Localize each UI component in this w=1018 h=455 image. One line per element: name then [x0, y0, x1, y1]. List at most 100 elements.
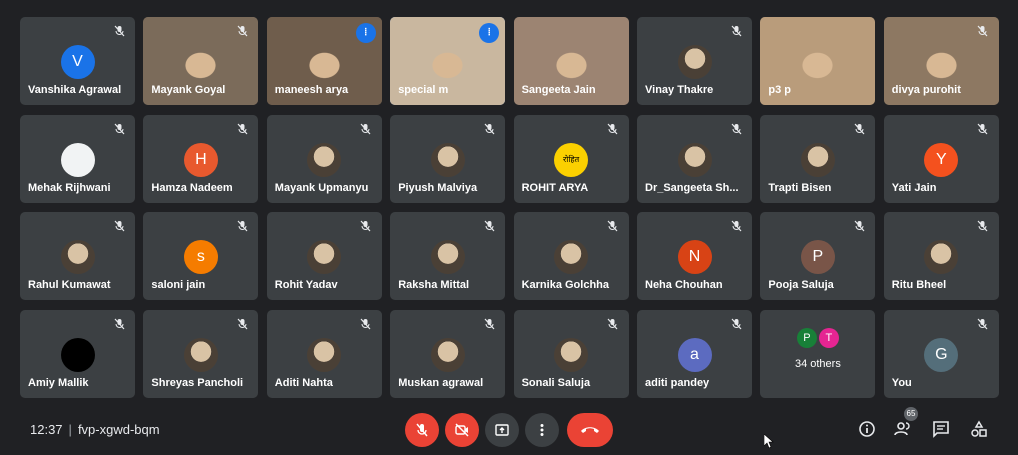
participant-grid: V Vanshika Agrawal Mayank Goyal maneesh ary…: [20, 17, 1000, 399]
participant-name: Mehak Rijhwani: [28, 181, 111, 194]
participant-name: Pooja Saluja: [768, 279, 834, 291]
participant-tile[interactable]: G You: [883, 309, 999, 398]
participant-tile[interactable]: s saloni jain: [143, 212, 259, 300]
mic-off-icon: [360, 123, 372, 135]
participant-name: Sonali Saluja: [521, 376, 591, 389]
participant-tile[interactable]: Rahul Kumawat: [20, 212, 135, 300]
more-options-icon: [540, 424, 544, 436]
participant-name: Mayank Upmanyu: [274, 181, 369, 194]
participant-tile[interactable]: Karnika Golchha: [513, 212, 629, 300]
participant-tile[interactable]: Piyush Malviya: [390, 114, 506, 203]
participant-tile[interactable]: Raksha Mittal: [390, 212, 506, 300]
participant-tile[interactable]: Muskan agrawal: [390, 309, 506, 398]
participant-tile[interactable]: Mayank Goyal: [143, 17, 259, 105]
participant-tile[interactable]: Vinay Thakre: [637, 17, 752, 105]
avatar: [677, 142, 712, 177]
mic-toggle-button[interactable]: [405, 413, 439, 447]
mic-off-icon: [483, 318, 495, 330]
meeting-code: fvp-xgwd-bqm: [77, 422, 160, 437]
participant-name: You: [891, 376, 912, 389]
mic-off-icon: [360, 220, 372, 232]
participant-tile[interactable]: maneesh arya ⦙: [266, 17, 382, 105]
hang-up-icon: [581, 427, 599, 433]
participant-tile[interactable]: Ritu Bheel: [883, 212, 999, 300]
mic-off-icon: [236, 318, 248, 330]
mouse-cursor-icon: [764, 434, 774, 448]
mic-off-icon: [113, 123, 125, 135]
separator: |: [68, 422, 72, 437]
avatar: N: [677, 240, 712, 274]
mic-off-icon: [853, 220, 865, 232]
others-tile[interactable]: P T 34 others: [760, 309, 876, 398]
participant-count-badge: 65: [904, 407, 918, 421]
participant-tile[interactable]: Sonali Saluja: [513, 309, 629, 398]
camera-toggle-button[interactable]: [445, 413, 479, 447]
participant-tile[interactable]: divya purohit: [883, 17, 999, 105]
others-count: 34 others: [794, 357, 841, 370]
participant-name: special m: [398, 84, 449, 96]
participant-tile[interactable]: Rohit Yadav: [266, 212, 382, 300]
mic-off-icon: [730, 318, 742, 330]
mic-off-icon: [607, 318, 619, 330]
meeting-info-button[interactable]: [856, 420, 878, 442]
avatar: Y: [924, 142, 959, 177]
leave-call-button[interactable]: [567, 413, 613, 447]
participant-tile[interactable]: Aditi Nahta: [266, 309, 382, 398]
present-screen-icon: [495, 424, 509, 436]
avatar: P: [800, 240, 835, 274]
participant-tile[interactable]: P Pooja Saluja: [760, 212, 876, 300]
mic-off-icon: [236, 220, 248, 232]
avatar: H: [183, 142, 218, 177]
participant-tile[interactable]: रोहित ROHIT ARYA: [513, 114, 629, 203]
participant-tile[interactable]: Trapti Bisen: [760, 114, 876, 203]
participant-name: saloni jain: [151, 279, 206, 291]
participant-name: maneesh arya: [274, 84, 349, 96]
more-options-button[interactable]: [525, 413, 559, 447]
mic-off-icon: [977, 220, 989, 232]
avatar: [307, 142, 342, 177]
mic-off-icon: [730, 220, 742, 232]
participant-tile[interactable]: Mayank Upmanyu: [266, 114, 382, 203]
activities-icon: [971, 420, 987, 437]
participant-tile[interactable]: Dr_Sangeeta Sh...: [637, 114, 752, 203]
avatar: [60, 142, 95, 177]
participant-tile[interactable]: a aditi pandey: [637, 309, 752, 398]
participant-name: Sangeeta Jain: [521, 84, 596, 96]
participant-tile[interactable]: Y Yati Jain: [883, 114, 999, 203]
participant-tile[interactable]: H Hamza Nadeem: [143, 114, 259, 203]
participant-tile[interactable]: Shreyas Pancholi: [143, 309, 259, 398]
participant-tile[interactable]: Sangeeta Jain: [513, 17, 629, 105]
participant-name: Shreyas Pancholi: [151, 376, 244, 389]
avatar: [307, 240, 342, 274]
participant-tile[interactable]: Amiy Mallik: [20, 309, 135, 398]
participant-tile[interactable]: Mehak Rijhwani: [20, 114, 135, 203]
participant-name: Ritu Bheel: [891, 279, 947, 291]
avatar: [60, 240, 95, 274]
avatar: रोहित: [554, 142, 589, 177]
participant-name: Neha Chouhan: [645, 279, 723, 291]
chat-button[interactable]: [930, 420, 952, 442]
meet-window: V Vanshika Agrawal Mayank Goyal maneesh ary…: [0, 0, 1018, 455]
people-icon: [894, 422, 910, 436]
participant-tile[interactable]: N Neha Chouhan: [637, 212, 752, 300]
people-button[interactable]: [892, 420, 914, 442]
participant-name: Vanshika Agrawal: [28, 84, 122, 96]
participant-name: aditi pandey: [645, 376, 710, 389]
mic-off-icon: [977, 318, 989, 330]
mic-off-icon: [483, 220, 495, 232]
participant-name: Trapti Bisen: [768, 181, 832, 194]
avatar: [554, 337, 589, 372]
bottom-bar: 12:37 | fvp-xgwd-bqm 65: [0, 407, 1018, 450]
participant-tile[interactable]: special m ⦙: [390, 17, 506, 105]
activities-button[interactable]: [968, 420, 990, 442]
avatar: [183, 337, 218, 372]
participant-tile[interactable]: V Vanshika Agrawal: [20, 17, 135, 105]
mic-off-icon: [607, 123, 619, 135]
participant-name: ROHIT ARYA: [521, 181, 589, 194]
mic-off-icon: [483, 123, 495, 135]
present-button[interactable]: [485, 413, 519, 447]
participant-tile[interactable]: p3 p: [760, 17, 876, 105]
participant-name: Karnika Golchha: [521, 279, 610, 291]
mic-off-icon: [360, 318, 372, 330]
meeting-time: 12:37: [30, 422, 63, 437]
